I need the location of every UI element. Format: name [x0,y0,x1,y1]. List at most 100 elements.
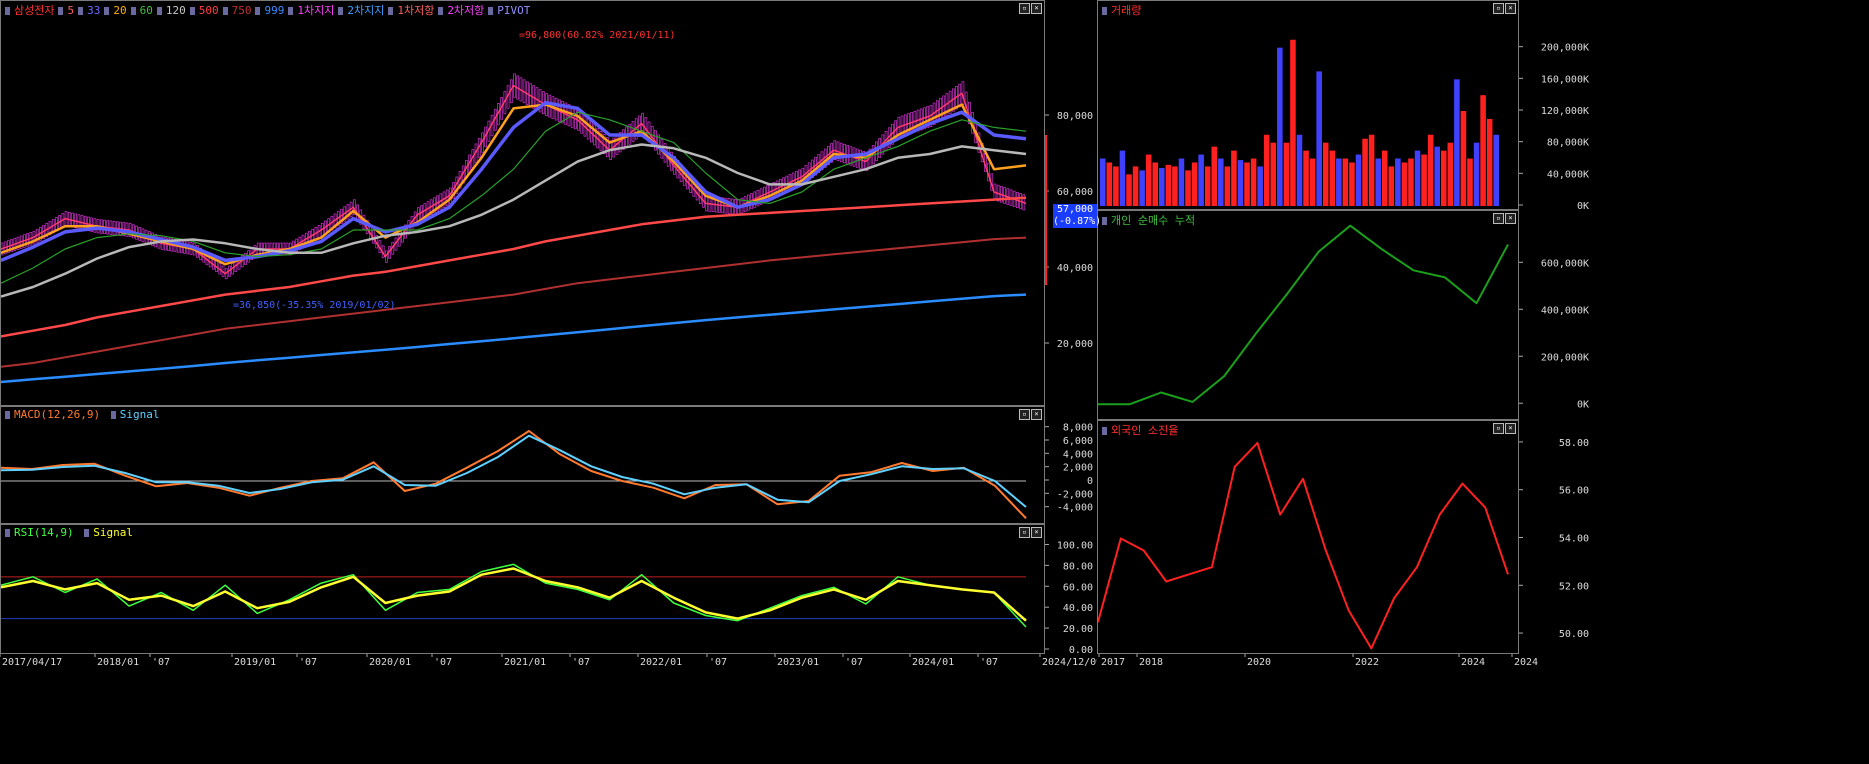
y-tick-label: 20,000 [1057,339,1093,350]
volume-bar [1381,150,1388,206]
volume-bar [1434,146,1440,206]
date-tick-label: '07 [709,657,727,666]
volume-bar [1211,146,1218,206]
volume-bar [1119,150,1126,206]
volume-bar [1303,150,1309,206]
volume-bar [1218,158,1224,206]
volume-y-axis: 0K 40,000K 80,000K 120,000K 160,000K 200,000K [1519,0,1869,212]
date-tick-label: '07 [434,657,452,666]
date-tick-label: '07 [299,657,317,666]
volume-bar [1290,39,1296,206]
y-tick-label: 80,000 [1057,111,1093,122]
volume-bar [1329,150,1336,206]
volume-bar [1237,160,1244,206]
volume-bar [1106,162,1113,206]
volume-bar [1414,150,1421,206]
y-tick-label: 100.00 [1057,540,1093,551]
y-tick-label: 80.00 [1063,561,1093,572]
volume-bar [1204,166,1211,206]
macd-chart [1,430,1027,519]
y-tick-label: 8,000 [1063,423,1093,434]
volume-bar [1408,158,1414,206]
volume-bar [1152,162,1159,206]
volume-bar [1178,158,1185,206]
volume-bar [1191,162,1198,206]
date-tick-label: 2018/01 [97,657,139,666]
series-line-33 [1,100,1027,263]
date-tick-label: '07 [845,657,863,666]
volume-bar [1447,142,1454,206]
foreign-panel[interactable]: 외국인 소진율 ▫ × [1097,420,1519,654]
foreign-y-axis: 50.00 52.00 54.00 56.00 58.00 [1519,420,1869,654]
y-tick-label: 58.00 [1559,438,1589,449]
rsi-panel[interactable]: RSI(14,9) Signal ▫ × [0,524,1045,654]
y-tick-label: 4,000 [1063,449,1093,460]
volume-bar [1467,158,1473,206]
volume-chart [1100,39,1499,207]
series-line-개인 순매수 누적 [1098,224,1509,406]
volume-bar [1172,166,1178,206]
series-line-500 [1,196,1027,338]
individual-y-axis: 0K 200,000K 400,000K 600,000K [1519,210,1869,420]
y-tick-label: 40,000 [1057,263,1093,274]
volume-bar [1231,150,1237,206]
y-tick-label: -2,000 [1057,489,1093,500]
y-tick-label: 40.00 [1063,603,1093,614]
volume-bar [1283,142,1290,206]
volume-panel[interactable]: 거래량 ▫ × [1097,0,1519,210]
y-tick-label: 200,000K [1541,43,1589,54]
volume-bar [1401,162,1408,206]
y-tick-label: 40,000K [1547,169,1589,180]
y-tick-label: 2,000 [1063,463,1093,474]
volume-bar [1100,158,1106,206]
individual-panel[interactable]: 개인 순매수 누적 ▫ × [1097,210,1519,420]
y-tick-label: 60.00 [1063,582,1093,593]
series-line-120 [1,143,1027,298]
y-tick-label: -4,000 [1057,503,1093,514]
volume-bar [1185,170,1191,206]
y-tick-label: 20.00 [1063,624,1093,635]
date-tick-label: 2017/04/17 [2,657,62,666]
volume-bar [1486,118,1493,206]
series-line-외국인 소진율 [1098,441,1509,650]
volume-bar [1368,134,1375,206]
volume-bar [1362,138,1368,206]
right-date-tick-label: 2024 [1461,657,1485,666]
macd-panel[interactable]: MACD(12,26,9) Signal ▫ × [0,406,1045,524]
date-tick-label: 2024/12/09 [1042,657,1097,666]
volume-bar [1493,134,1499,206]
volume-bar [1244,162,1250,206]
series-line-750 [1,236,1027,368]
volume-bar [1421,154,1427,206]
price-y-axis: 20,000 40,000 60,000 80,000 [1045,0,1097,406]
volume-bar [1427,134,1434,206]
date-tick-label: '07 [980,657,998,666]
y-tick-label: 160,000K [1541,74,1589,85]
rsi-chart [1,563,1027,628]
volume-bar [1159,168,1165,206]
series-line-60 [1,111,1027,284]
date-tick-label: 2020/01 [369,657,411,666]
volume-bar [1440,150,1447,206]
right-date-tick-label: 2020 [1247,657,1271,666]
volume-bar [1316,71,1322,207]
rsi-y-axis: 0.00 20.00 40.00 60.00 80.00 100.00 [1045,524,1097,656]
individual-chart [1098,224,1509,406]
volume-bar [1388,166,1395,206]
date-tick-label: '07 [572,657,590,666]
volume-bar [1349,162,1355,206]
y-tick-label: 52.00 [1559,581,1589,592]
y-tick-label: 0 [1087,476,1093,487]
y-tick-label: 0K [1577,399,1589,410]
low-annotation: =36,850(-35.35% 2019/01/02) [233,300,396,311]
y-tick-label: 200,000K [1541,352,1589,363]
y-tick-label: 6,000 [1063,436,1093,447]
date-tick-label: '07 [152,657,170,666]
volume-bar [1309,158,1316,206]
price-panel[interactable]: 삼성전자 5 33 20 60 120 500 750 999 1차지지 2차지지 1차저항 2차저항 P… [0,0,1045,406]
volume-bar [1126,174,1132,206]
volume-bar [1263,134,1270,206]
volume-bar [1480,95,1486,206]
volume-bar [1250,158,1257,206]
volume-bar [1355,154,1362,206]
